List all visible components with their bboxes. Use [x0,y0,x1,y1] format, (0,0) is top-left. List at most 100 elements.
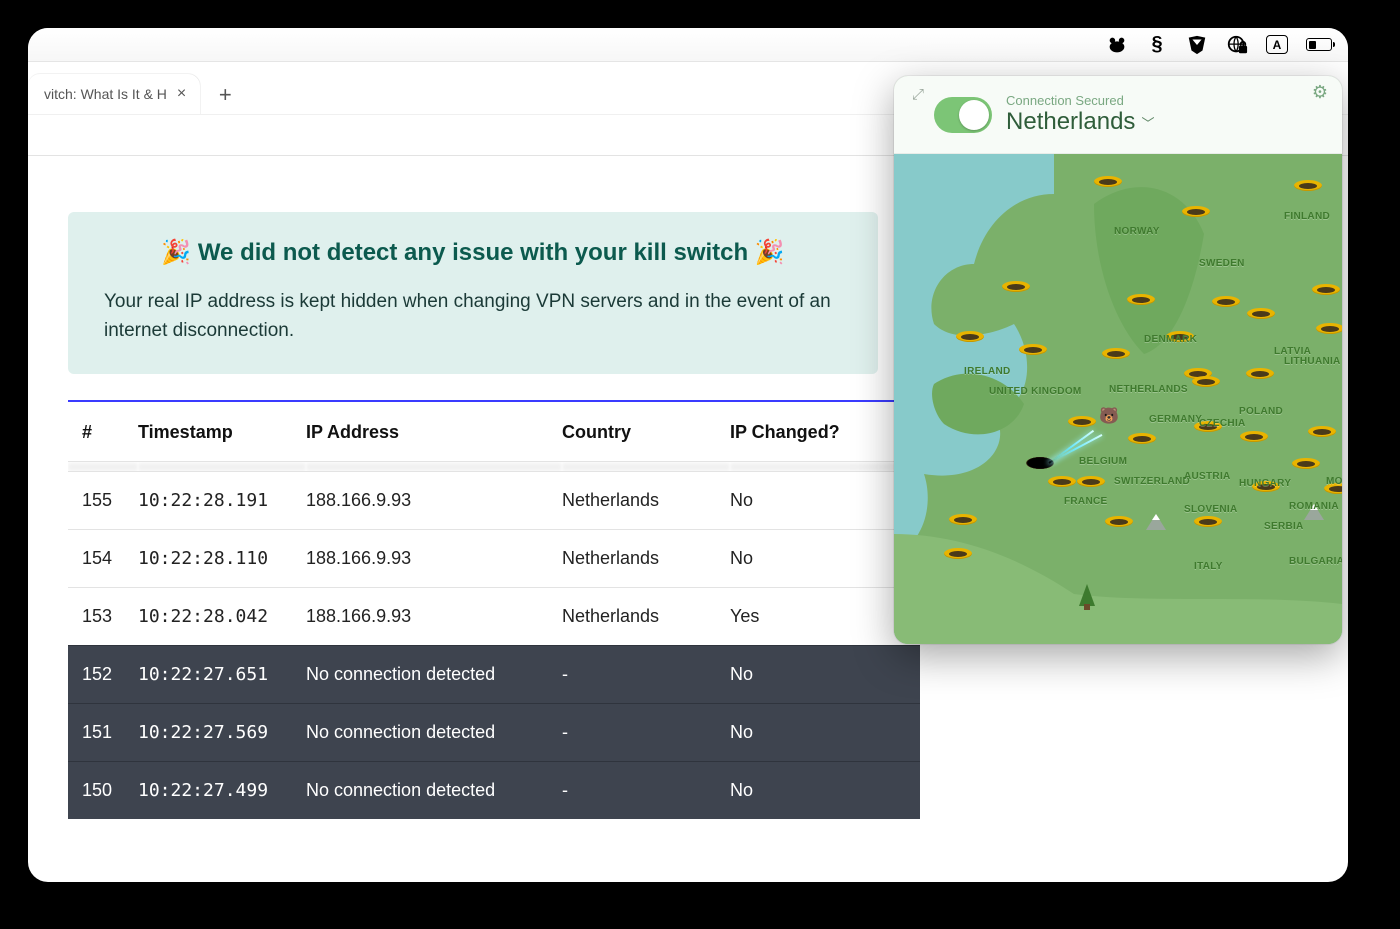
table-row: 15210:22:27.651No connection detected-No [68,645,920,703]
country-label[interactable]: UNITED KINGDOM [989,386,1082,397]
country-label[interactable]: IRELAND [964,366,1011,377]
server-pipe[interactable] [1019,344,1047,368]
expand-icon[interactable]: ⤢ [912,86,924,103]
vpn-panel: ⤢ Connection Secured Netherlands ﹀ ⚙ 🐻 [894,76,1342,644]
mountain-icon [1146,514,1166,530]
malware-icon[interactable] [1186,34,1208,56]
cell-timestamp: 10:22:27.651 [138,645,306,703]
cell-ip: 188.166.9.93 [306,471,562,529]
banner-title: 🎉 We did not detect any issue with your … [104,238,842,267]
section-icon[interactable]: § [1146,34,1168,56]
cell-timestamp: 10:22:27.499 [138,761,306,819]
server-pipe[interactable] [1212,296,1240,320]
bear-icon[interactable] [1106,34,1128,56]
server-pipe[interactable] [1068,416,1096,440]
col-changed: IP Changed? [730,401,920,462]
country-label[interactable]: ITALY [1194,561,1223,572]
server-pipe[interactable] [1312,284,1340,308]
server-pipe[interactable] [1194,516,1222,540]
server-pipe[interactable] [1247,308,1275,332]
cell-country: - [562,761,730,819]
result-banner: 🎉 We did not detect any issue with your … [68,212,878,374]
lock-globe-icon[interactable] [1226,34,1248,56]
server-pipe[interactable] [1002,281,1030,305]
server-pipe[interactable] [1182,206,1210,230]
server-pipe[interactable] [949,514,977,538]
cell-number: 150 [68,761,138,819]
banner-subtitle: Your real IP address is kept hidden when… [104,287,842,346]
tab-title: vitch: What Is It & H [44,86,167,102]
country-label[interactable]: SWEDEN [1199,258,1245,269]
server-pipe[interactable] [1094,176,1122,200]
table-header-row: # Timestamp IP Address Country IP Change… [68,401,920,462]
table-row: 15410:22:28.110188.166.9.93NetherlandsNo [68,529,920,587]
country-label[interactable]: LITHUANIA [1284,356,1341,367]
country-label[interactable]: NORWAY [1114,226,1160,237]
close-icon[interactable]: × [177,86,186,102]
country-label[interactable]: SERBIA [1264,521,1304,532]
cell-country: Netherlands [562,587,730,645]
country-label[interactable]: BULGARIA [1289,556,1342,567]
os-window: § A vitch: What Is It & H × + 🎉 W [28,28,1348,882]
table-row: 15310:22:28.042188.166.9.93NetherlandsYe… [68,587,920,645]
server-pipe[interactable] [1294,180,1322,204]
country-label[interactable]: NETHERLANDS [1109,384,1188,395]
cell-country: Netherlands [562,471,730,529]
col-timestamp: Timestamp [138,401,306,462]
cell-number: 155 [68,471,138,529]
cell-timestamp: 10:22:28.191 [138,471,306,529]
cell-timestamp: 10:22:28.110 [138,529,306,587]
browser-tab[interactable]: vitch: What Is It & H × [28,74,200,114]
cell-number: 152 [68,645,138,703]
vpn-status-label: Connection Secured [1006,93,1298,108]
server-pipe[interactable] [956,331,984,355]
cell-ip: No connection detected [306,761,562,819]
vpn-map[interactable]: 🐻 NORWAYSWEDENFINLANDDENMARKLATVIALITHUA… [894,154,1342,644]
cell-changed: No [730,471,920,529]
country-label[interactable]: GERMANY [1149,414,1202,425]
col-ip: IP Address [306,401,562,462]
cell-country: - [562,703,730,761]
vpn-country-selector[interactable]: Netherlands ﹀ [1006,108,1298,136]
table-row-clipped [68,461,920,471]
cell-changed: No [730,529,920,587]
server-pipe[interactable] [944,548,972,572]
country-label[interactable]: BELGIUM [1079,456,1127,467]
table-row: 15110:22:27.569No connection detected-No [68,703,920,761]
server-pipe[interactable] [1105,516,1133,540]
gear-icon[interactable]: ⚙ [1312,82,1328,103]
country-label[interactable]: CZECHIA [1199,418,1246,429]
country-label[interactable]: MO [1326,476,1342,487]
cell-timestamp: 10:22:28.042 [138,587,306,645]
country-label[interactable]: SLOVENIA [1184,504,1238,515]
results-table: # Timestamp IP Address Country IP Change… [68,400,920,819]
country-label[interactable]: AUSTRIA [1184,471,1231,482]
server-pipe[interactable] [1127,294,1155,318]
server-pipe[interactable] [1240,431,1268,455]
server-pipe[interactable] [1292,458,1320,482]
new-tab-button[interactable]: + [210,80,240,110]
input-source-indicator[interactable]: A [1266,35,1288,54]
cell-number: 151 [68,703,138,761]
country-label[interactable]: FRANCE [1064,496,1107,507]
server-pipe[interactable] [1308,426,1336,450]
country-label[interactable]: FINLAND [1284,211,1330,222]
menubar: § A [28,28,1348,62]
country-label[interactable]: SWITZERLAND [1114,476,1190,487]
cell-number: 153 [68,587,138,645]
server-pipe[interactable] [1102,348,1130,372]
battery-icon[interactable] [1306,38,1332,51]
server-pipe[interactable] [1192,376,1220,400]
country-label[interactable]: HUNGARY [1239,478,1291,489]
table-row: 15010:22:27.499No connection detected-No [68,761,920,819]
server-pipe[interactable] [1128,433,1156,457]
connection-toggle[interactable] [934,97,992,133]
cell-changed: No [730,761,920,819]
country-label[interactable]: POLAND [1239,406,1283,417]
server-pipe[interactable] [1316,323,1342,347]
server-pipe[interactable] [1246,368,1274,392]
cell-ip: 188.166.9.93 [306,529,562,587]
chevron-down-icon: ﹀ [1141,113,1154,132]
country-label[interactable]: DENMARK [1144,334,1197,345]
country-label[interactable]: ROMANIA [1289,501,1339,512]
